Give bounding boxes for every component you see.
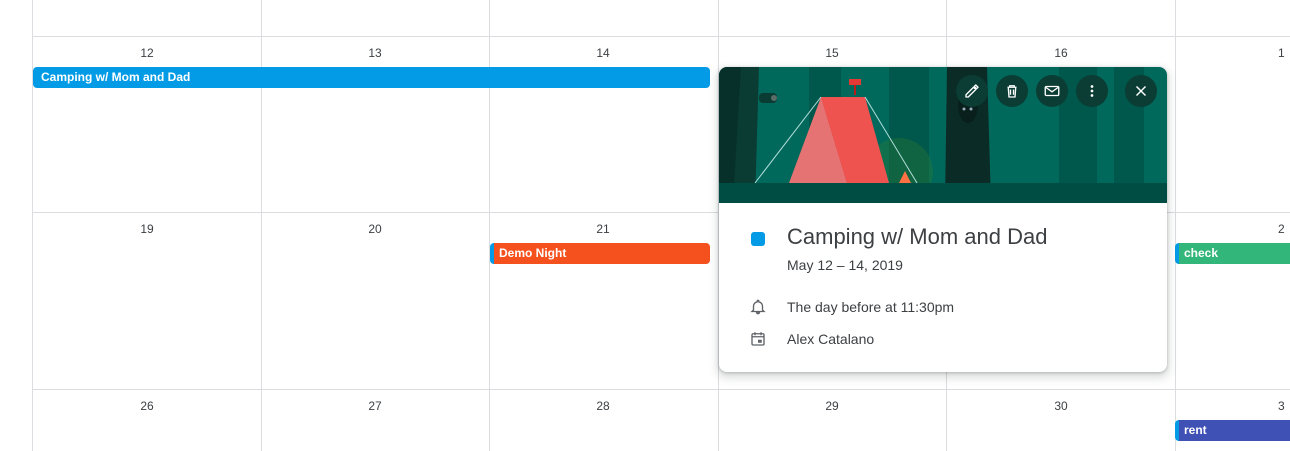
close-icon: [1135, 85, 1147, 97]
day-number[interactable]: 19: [117, 222, 177, 236]
day-number[interactable]: 26: [117, 399, 177, 413]
row-divider: [32, 36, 1290, 37]
day-number[interactable]: 27: [345, 399, 405, 413]
day-number[interactable]: 3: [1278, 399, 1290, 413]
day-number[interactable]: 20: [345, 222, 405, 236]
event-reminder: The day before at 11:30pm: [787, 299, 955, 315]
event-detail-popover: Camping w/ Mom and Dad May 12 – 14, 2019…: [719, 67, 1167, 372]
calendar-icon: [751, 332, 765, 346]
email-icon: [1044, 85, 1060, 97]
row-divider: [32, 389, 1290, 390]
day-number[interactable]: 21: [573, 222, 633, 236]
edit-button[interactable]: [956, 75, 988, 107]
day-number[interactable]: 30: [1031, 399, 1091, 413]
event-title: Camping w/ Mom and Dad: [787, 224, 1048, 249]
day-number[interactable]: 1: [1278, 46, 1290, 60]
day-number[interactable]: 15: [802, 46, 862, 60]
day-number[interactable]: 14: [573, 46, 633, 60]
day-number[interactable]: 16: [1031, 46, 1091, 60]
event-chip-rent[interactable]: rent: [1175, 420, 1290, 441]
more-options-button[interactable]: [1076, 75, 1108, 107]
bell-icon: [750, 299, 766, 315]
edit-icon: [965, 84, 979, 98]
delete-icon: [1007, 85, 1017, 98]
event-chip-check[interactable]: check: [1175, 243, 1290, 264]
day-number[interactable]: 13: [345, 46, 405, 60]
event-chip-demo-night[interactable]: Demo Night: [490, 243, 710, 264]
day-number[interactable]: 2: [1278, 222, 1290, 236]
more-icon: [1090, 85, 1094, 97]
event-chip-camping[interactable]: Camping w/ Mom and Dad: [33, 67, 710, 88]
day-number[interactable]: 28: [573, 399, 633, 413]
email-guests-button[interactable]: [1036, 75, 1068, 107]
delete-button[interactable]: [996, 75, 1028, 107]
day-number[interactable]: 12: [117, 46, 177, 60]
day-number[interactable]: 29: [802, 399, 862, 413]
column-divider: [1175, 0, 1176, 451]
event-color-swatch: [751, 232, 765, 246]
event-date-range: May 12 – 14, 2019: [787, 257, 903, 273]
close-button[interactable]: [1125, 75, 1157, 107]
event-calendar-owner: Alex Catalano: [787, 331, 875, 347]
